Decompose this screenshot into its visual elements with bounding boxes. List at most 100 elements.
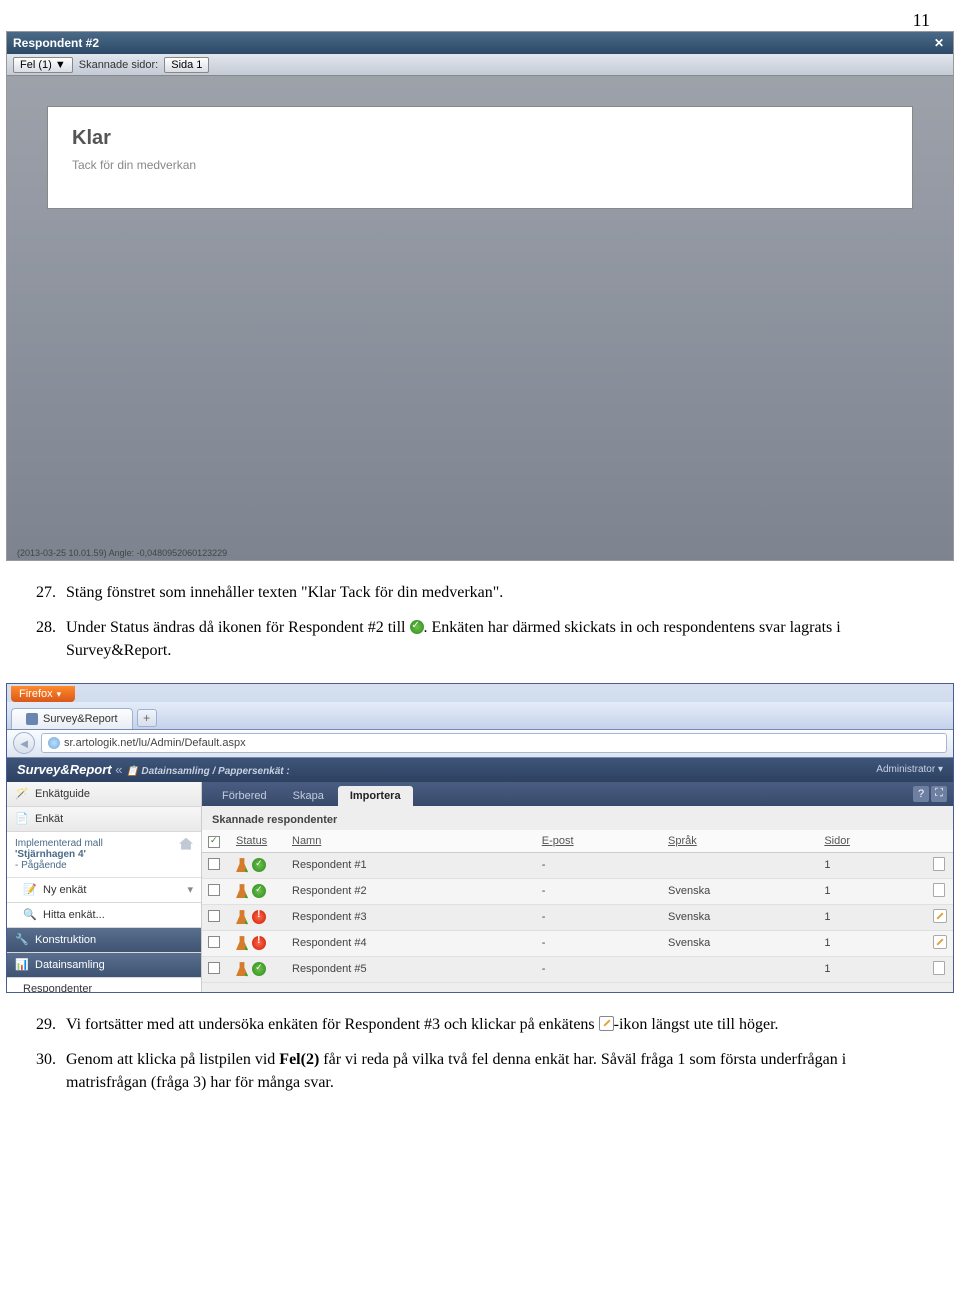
new-tab-button[interactable]: + xyxy=(137,709,157,727)
sidebar-item-new[interactable]: 📝Ny enkät▾ xyxy=(7,878,201,903)
cell-email: - xyxy=(536,852,662,878)
favicon-icon xyxy=(26,713,38,725)
tools-icon: 🔧 xyxy=(15,933,29,947)
cell-name: Respondent #1 xyxy=(286,852,536,878)
user-icon xyxy=(236,910,248,924)
tab-importera[interactable]: Importera xyxy=(338,786,413,806)
col-checkbox xyxy=(202,830,230,853)
sidebar-item-enkat[interactable]: 📄Enkät xyxy=(7,807,201,832)
tab-forbered[interactable]: Förbered xyxy=(210,786,279,806)
firefox-menu-button[interactable]: Firefox xyxy=(11,686,75,702)
error-dropdown[interactable]: Fel (1) ▼ xyxy=(13,57,73,73)
col-email[interactable]: E-post xyxy=(536,830,662,853)
cell-name: Respondent #5 xyxy=(286,956,536,982)
modal-screenshot: Respondent #2 ✕ Fel (1) ▼ Skannade sidor… xyxy=(6,31,954,561)
data-icon: 📊 xyxy=(15,958,29,972)
cell-name: Respondent #3 xyxy=(286,904,536,930)
cell-email: - xyxy=(536,956,662,982)
cell-lang: Svenska xyxy=(662,878,818,904)
page-number: 11 xyxy=(0,0,960,31)
respondent-table: Status Namn E-post Språk Sidor Responden… xyxy=(202,830,953,983)
document-icon[interactable] xyxy=(933,857,945,871)
user-icon xyxy=(236,858,248,872)
panel-heading: Klar xyxy=(72,127,888,150)
list-text-30: Genom att klicka på listpilen vid Fel(2)… xyxy=(66,1048,924,1094)
select-all-checkbox[interactable] xyxy=(208,836,220,848)
col-lang[interactable]: Språk xyxy=(662,830,818,853)
page-button[interactable]: Sida 1 xyxy=(164,57,209,73)
table-row: Respondent #3-Svenska1 xyxy=(202,904,953,930)
tab-skapa[interactable]: Skapa xyxy=(281,786,336,806)
home-icon[interactable] xyxy=(179,838,193,850)
close-icon[interactable]: ✕ xyxy=(931,35,947,51)
status-error-icon xyxy=(252,936,266,950)
admin-label[interactable]: Administrator ▾ xyxy=(876,764,943,775)
section-title: Skannade respondenter xyxy=(202,806,953,830)
cell-email: - xyxy=(536,930,662,956)
row-checkbox[interactable] xyxy=(208,884,220,896)
list-number: 29. xyxy=(36,1013,66,1036)
globe-icon xyxy=(48,737,60,749)
row-checkbox[interactable] xyxy=(208,936,220,948)
col-name[interactable]: Namn xyxy=(286,830,536,853)
sidebar-item-guide[interactable]: 🪄Enkätguide xyxy=(7,782,201,807)
wizard-icon: 🪄 xyxy=(15,787,29,801)
tab-bar: Survey&Report + xyxy=(7,702,953,730)
list-text-28: Under Status ändras då ikonen för Respon… xyxy=(66,616,924,662)
tab-row: Förbered Skapa Importera ? ⛶ xyxy=(202,782,953,806)
col-status[interactable]: Status xyxy=(230,830,286,853)
edit-icon[interactable] xyxy=(933,935,947,949)
help-buttons: ? ⛶ xyxy=(913,786,947,802)
sidebar-item-find[interactable]: 🔍Hitta enkät... xyxy=(7,903,201,928)
cell-lang: Svenska xyxy=(662,904,818,930)
url-input[interactable]: sr.artologik.net/lu/Admin/Default.aspx xyxy=(41,733,947,753)
list-number: 30. xyxy=(36,1048,66,1094)
sidebar-item-data[interactable]: 📊Datainsamling xyxy=(7,953,201,978)
user-icon xyxy=(236,936,248,950)
main-area: Förbered Skapa Importera ? ⛶ Skannade re… xyxy=(202,782,953,993)
user-icon xyxy=(236,884,248,898)
window-toolbar: Fel (1) ▼ Skannade sidor: Sida 1 xyxy=(7,54,953,76)
user-icon xyxy=(236,962,248,976)
cell-pages: 1 xyxy=(818,904,927,930)
help-icon[interactable]: ? xyxy=(913,786,929,802)
cell-lang: Svenska xyxy=(662,930,818,956)
row-checkbox[interactable] xyxy=(208,910,220,922)
col-pages[interactable]: Sidor xyxy=(818,830,927,853)
status-ok-icon xyxy=(252,884,266,898)
window-titlebar: Respondent #2 ✕ xyxy=(7,32,953,54)
panel-subtext: Tack för din medverkan xyxy=(72,158,888,172)
window-title: Respondent #2 xyxy=(13,36,99,50)
scan-footer: (2013-03-25 10.01.59) Angle: -0,04809520… xyxy=(17,548,227,558)
sidebar-info: Implementerad mall 'Stjärnhagen 4' - Påg… xyxy=(7,832,201,878)
url-bar-row: ◄ sr.artologik.net/lu/Admin/Default.aspx xyxy=(7,730,953,758)
browser-tab[interactable]: Survey&Report xyxy=(11,708,133,729)
cell-lang xyxy=(662,956,818,982)
table-row: Respondent #4-Svenska1 xyxy=(202,930,953,956)
row-checkbox[interactable] xyxy=(208,858,220,870)
cell-email: - xyxy=(536,904,662,930)
search-icon: 🔍 xyxy=(23,908,37,922)
row-checkbox[interactable] xyxy=(208,962,220,974)
cell-pages: 1 xyxy=(818,930,927,956)
app-header: Survey&Report « 📋 Datainsamling / Papper… xyxy=(7,758,953,782)
sidebar: 🪄Enkätguide 📄Enkät Implementerad mall 'S… xyxy=(7,782,202,993)
list-text-27: Stäng fönstret som innehåller texten "Kl… xyxy=(66,581,924,604)
document-icon[interactable] xyxy=(933,961,945,975)
list-text-29: Vi fortsätter med att undersöka enkäten … xyxy=(66,1013,924,1036)
edit-icon xyxy=(599,1016,614,1031)
new-icon: 📝 xyxy=(23,883,37,897)
survey-icon: 📄 xyxy=(15,812,29,826)
sidebar-item-construction[interactable]: 🔧Konstruktion xyxy=(7,928,201,953)
cell-email: - xyxy=(536,878,662,904)
sidebar-item-respondents[interactable]: Respondenter xyxy=(7,978,201,993)
edit-icon[interactable] xyxy=(933,909,947,923)
cell-pages: 1 xyxy=(818,852,927,878)
status-ok-icon xyxy=(252,858,266,872)
document-icon[interactable] xyxy=(933,883,945,897)
scanned-pages-label: Skannade sidor: xyxy=(79,59,159,71)
status-ok-icon xyxy=(252,962,266,976)
back-button[interactable]: ◄ xyxy=(13,732,35,754)
fullscreen-icon[interactable]: ⛶ xyxy=(931,786,947,802)
cell-pages: 1 xyxy=(818,956,927,982)
